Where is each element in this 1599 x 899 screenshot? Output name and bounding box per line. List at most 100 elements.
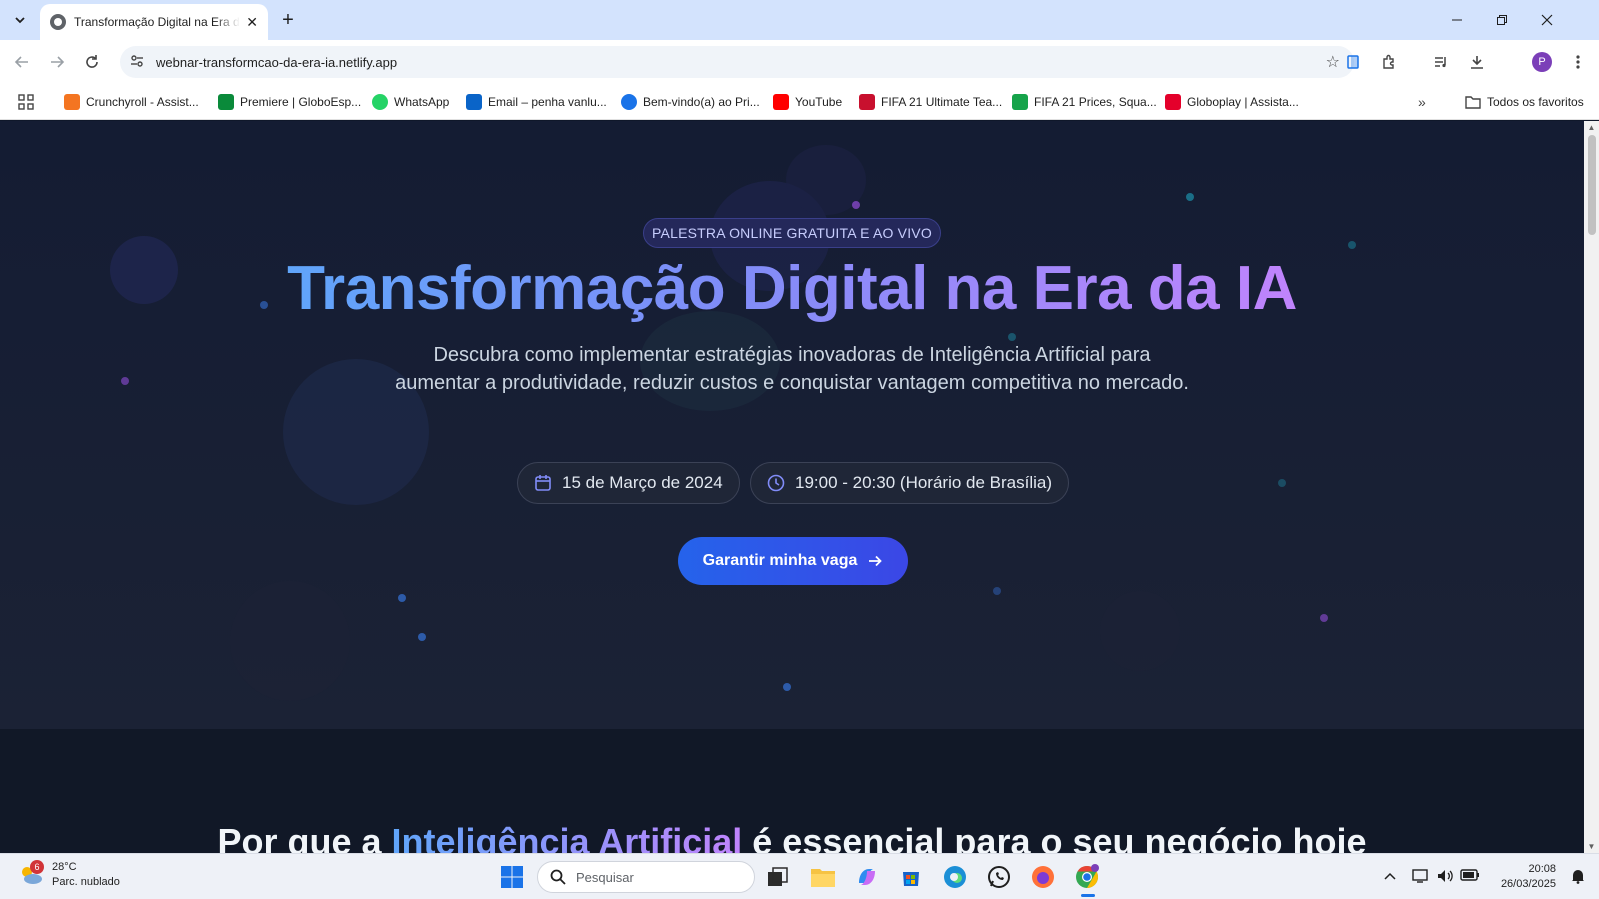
taskbar-search[interactable]: Pesquisar: [537, 861, 755, 893]
start-button[interactable]: [498, 863, 526, 891]
decorative-dot: [993, 587, 1001, 595]
search-placeholder: Pesquisar: [576, 869, 634, 885]
bookmark-item[interactable]: FIFA 21 Prices, Squa...: [1012, 92, 1157, 112]
back-button[interactable]: [10, 50, 34, 74]
event-time: 19:00 - 20:30 (Horário de Brasília): [795, 473, 1053, 492]
decorative-dot: [418, 633, 426, 641]
bookmark-item[interactable]: FIFA 21 Ultimate Tea...: [859, 92, 1002, 112]
decorative-dot: [1320, 614, 1328, 622]
bookmark-star-icon[interactable]: ☆: [1326, 52, 1340, 72]
all-bookmarks-folder[interactable]: Todos os favoritos: [1465, 92, 1584, 112]
youtube-icon: [773, 94, 789, 110]
search-icon: [550, 869, 566, 885]
weather-alert-badge: 6: [30, 860, 44, 874]
network-icon[interactable]: [1412, 868, 1430, 887]
decorative-dot: [783, 683, 791, 691]
forward-button[interactable]: [45, 50, 69, 74]
task-view-icon[interactable]: [764, 863, 792, 891]
apps-grid-icon[interactable]: [18, 92, 34, 112]
close-window-button[interactable]: [1524, 0, 1569, 40]
weather-widget[interactable]: 6 28°C Parc. nublado: [18, 860, 120, 890]
whatsapp-icon: [372, 94, 388, 110]
system-clock[interactable]: 20:08 26/03/2025: [1494, 862, 1556, 892]
partly-cloudy-icon: 6: [18, 860, 44, 886]
tab-search-button[interactable]: [8, 8, 32, 32]
decorative-dot: [1348, 241, 1356, 249]
new-tab-button[interactable]: +: [276, 8, 300, 32]
decorative-bubble: [230, 581, 350, 701]
restore-icon: [1496, 15, 1507, 25]
crunchyroll-icon: [64, 94, 80, 110]
minimize-icon: [1451, 19, 1462, 21]
minimize-button[interactable]: [1434, 0, 1479, 40]
close-icon: [1541, 14, 1552, 26]
active-tab[interactable]: Transformação Digital na Era da IA ✕: [40, 4, 268, 40]
bookmark-item[interactable]: Bem-vindo(a) ao Pri...: [621, 92, 760, 112]
reload-button[interactable]: [80, 50, 104, 74]
edge-icon[interactable]: [941, 863, 969, 891]
hero-title: Transformação Digital na Era da IA: [287, 254, 1297, 323]
bookmark-item[interactable]: Crunchyroll - Assist...: [64, 92, 199, 112]
clock-date: 26/03/2025: [1500, 878, 1556, 890]
notifications-icon[interactable]: [1570, 868, 1586, 887]
globoplay-icon: [1165, 94, 1181, 110]
windows-logo-icon: [501, 866, 523, 888]
arrow-left-icon: [14, 56, 28, 68]
event-badge: PALESTRA ONLINE GRATUITA E AO VIVO: [643, 218, 941, 248]
browser-toolbar: webnar-transformcao-da-era-ia.netlify.ap…: [0, 40, 1599, 84]
volume-icon[interactable]: [1436, 868, 1454, 887]
bookmark-item[interactable]: WhatsApp: [372, 92, 449, 112]
site-settings-icon[interactable]: [130, 54, 146, 71]
microsoft-store-icon[interactable]: [897, 863, 925, 891]
more-bookmarks-icon[interactable]: »: [1418, 92, 1426, 112]
download-icon[interactable]: [1467, 52, 1487, 72]
reload-icon: [86, 55, 98, 68]
bookmarks-bar: Crunchyroll - Assist... Premiere | Globo…: [0, 84, 1599, 120]
section-title: Por que a Inteligência Artificial é esse…: [0, 821, 1584, 853]
tab-title: Transformação Digital na Era da IA: [74, 15, 240, 29]
page-scrollbar[interactable]: ▲ ▼: [1584, 121, 1599, 853]
bookmark-item[interactable]: Globoplay | Assista...: [1165, 92, 1299, 112]
profile-avatar[interactable]: P: [1532, 52, 1552, 72]
arrow-right-icon: [867, 553, 883, 569]
scrollbar-thumb[interactable]: [1588, 135, 1596, 235]
menu-kebab-icon[interactable]: [1568, 52, 1588, 72]
bookmark-item[interactable]: Email – penha vanlu...: [466, 92, 607, 112]
outlook-icon: [466, 94, 482, 110]
fifa-ultimate-team-icon: [859, 94, 875, 110]
why-ai-section: Por que a Inteligência Artificial é esse…: [0, 729, 1584, 853]
firefox-icon[interactable]: [1029, 863, 1057, 891]
copilot-icon[interactable]: [853, 863, 881, 891]
globe-icon: [50, 14, 66, 30]
address-bar[interactable]: webnar-transformcao-da-era-ia.netlify.ap…: [120, 46, 1354, 78]
show-hidden-icons[interactable]: [1384, 868, 1396, 883]
windows-taskbar: 6 28°C Parc. nublado Pesquisar 20:08 26/…: [0, 853, 1599, 899]
chrome-icon[interactable]: [1073, 863, 1101, 891]
prime-video-icon: [621, 94, 637, 110]
decorative-dot: [398, 594, 406, 602]
extensions-icon[interactable]: [1379, 52, 1399, 72]
premiere-icon: [218, 94, 234, 110]
futbin-icon: [1012, 94, 1028, 110]
whatsapp-icon[interactable]: [985, 863, 1013, 891]
clock-icon: [767, 474, 785, 492]
chevron-down-icon: [15, 17, 25, 24]
reading-mode-icon[interactable]: [1343, 52, 1363, 72]
file-explorer-icon[interactable]: [809, 863, 837, 891]
battery-icon[interactable]: [1460, 868, 1480, 885]
url-text: webnar-transformcao-da-era-ia.netlify.ap…: [156, 54, 398, 70]
restore-button[interactable]: [1479, 0, 1524, 40]
scroll-down-icon[interactable]: ▼: [1587, 842, 1596, 851]
reserve-spot-button[interactable]: Garantir minha vaga: [678, 537, 908, 585]
bookmark-item[interactable]: YouTube: [773, 92, 842, 112]
event-date: 15 de Março de 2024: [562, 473, 723, 492]
decorative-bubble: [1100, 591, 1180, 671]
hero-subtitle: Descubra como implementar estratégias in…: [395, 344, 1189, 394]
media-control-icon[interactable]: [1431, 52, 1451, 72]
folder-icon: [1465, 96, 1481, 109]
weather-temperature: 28°C: [52, 861, 77, 873]
bookmark-item[interactable]: Premiere | GloboEsp...: [218, 92, 361, 112]
scroll-up-icon[interactable]: ▲: [1587, 123, 1596, 132]
calendar-icon: [534, 474, 552, 492]
close-tab-icon[interactable]: ✕: [246, 14, 258, 31]
